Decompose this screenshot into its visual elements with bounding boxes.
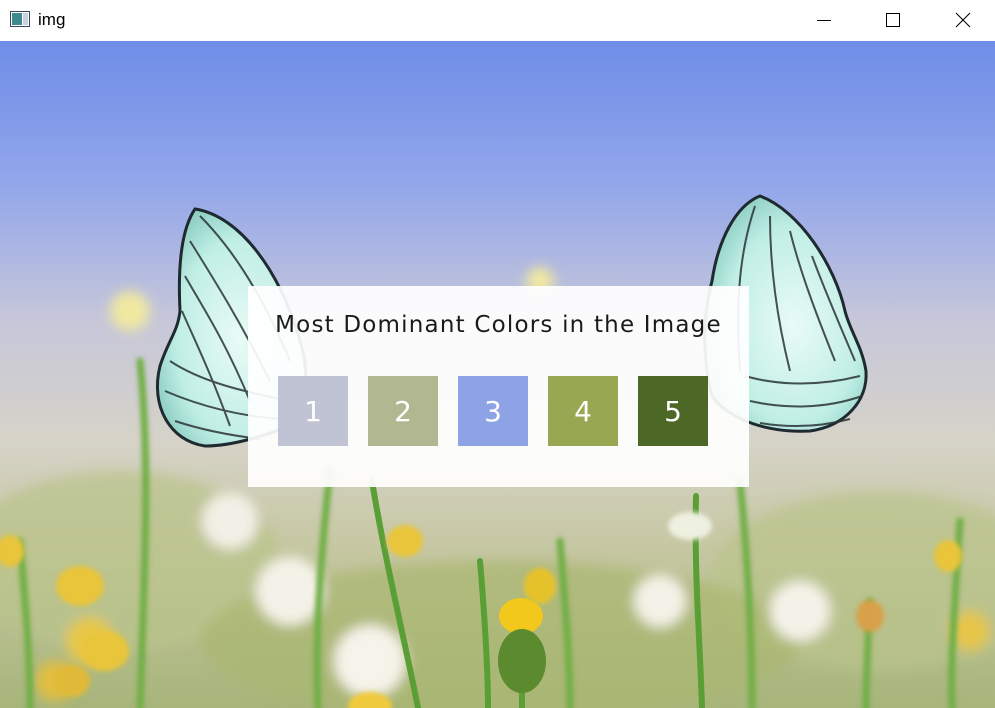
color-swatch-2: 2 — [368, 376, 438, 446]
color-swatch-5: 5 — [638, 376, 708, 446]
title-bar[interactable]: img — [0, 0, 995, 41]
panel-title: Most Dominant Colors in the Image — [275, 312, 722, 338]
window-title: img — [38, 10, 66, 29]
image-canvas: Most Dominant Colors in the Image 1 2 3 … — [0, 41, 995, 708]
swatch-label: 2 — [394, 394, 412, 428]
color-swatch-4: 4 — [548, 376, 618, 446]
swatch-label: 1 — [304, 394, 322, 428]
swatch-label: 3 — [484, 394, 502, 428]
dominant-colors-panel: Most Dominant Colors in the Image 1 2 3 … — [248, 286, 749, 487]
close-icon — [955, 12, 971, 28]
close-button[interactable] — [940, 0, 986, 40]
color-swatch-3: 3 — [458, 376, 528, 446]
color-swatch-1: 1 — [278, 376, 348, 446]
app-window: img Most Dominant Colors in the Image 1 … — [0, 0, 995, 708]
maximize-button[interactable] — [870, 0, 916, 40]
maximize-icon — [885, 12, 901, 28]
swatch-label: 5 — [664, 394, 682, 428]
app-icon — [10, 11, 30, 27]
swatch-label: 4 — [574, 394, 592, 428]
minimize-icon — [816, 12, 832, 28]
minimize-button[interactable] — [801, 0, 847, 40]
